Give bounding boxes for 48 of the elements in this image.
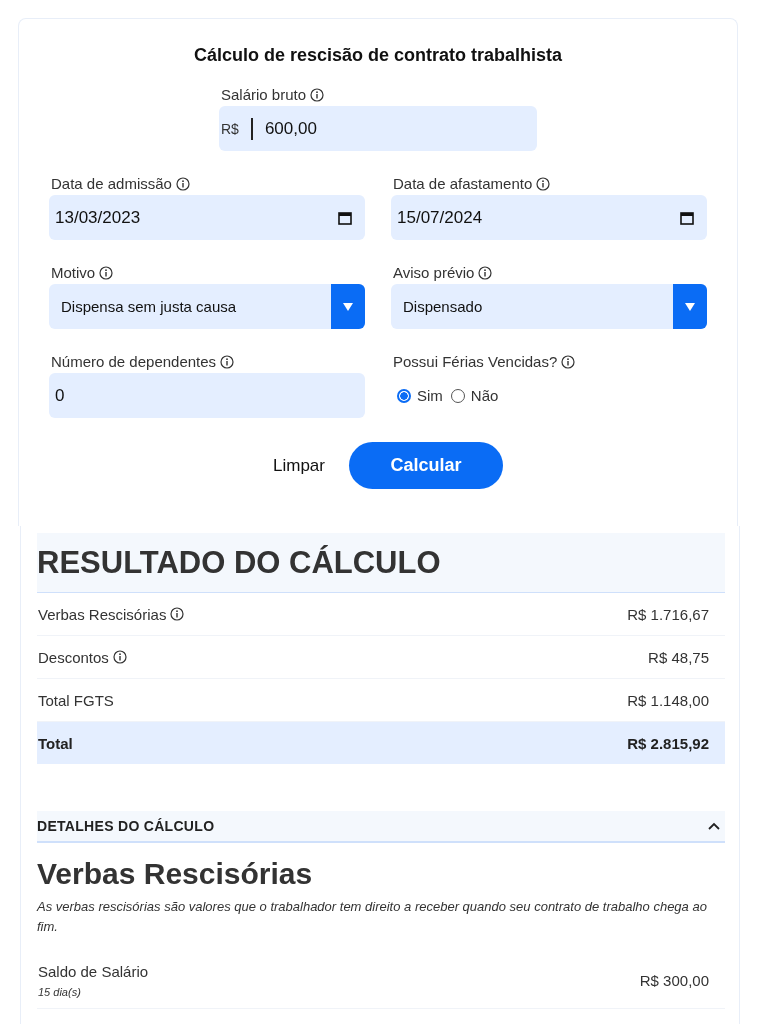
field-label: Data de admissão xyxy=(51,175,172,192)
section-title: Verbas Rescisórias xyxy=(37,857,314,891)
chevron-icon[interactable] xyxy=(707,821,721,831)
calendar-icon[interactable] xyxy=(679,209,695,226)
row-value: R$ 1.148,00 xyxy=(627,691,709,709)
date-field[interactable]: 13/03/2023 xyxy=(49,195,365,240)
info-icon[interactable] xyxy=(310,87,325,102)
details-header[interactable]: DETALHES DO CÁLCULO xyxy=(37,811,725,843)
info-icon[interactable] xyxy=(175,176,190,191)
number-field[interactable]: 0 xyxy=(49,373,365,418)
row-value: R$ 1.716,67 xyxy=(627,605,709,623)
info-icon[interactable] xyxy=(478,265,493,280)
field-label: Salário bruto xyxy=(221,86,307,103)
section-description: As verbas rescisórias são valores que o trabalhador tem direito a receber quando seu contrato de trabalho chega ao fim. xyxy=(37,898,708,936)
info-icon[interactable] xyxy=(112,650,127,664)
radio-button[interactable] xyxy=(397,388,411,403)
row-value: R$ 48,75 xyxy=(648,648,709,666)
result-title: RESULTADO DO CÁLCULO xyxy=(37,544,441,581)
form-title: Cálculo de rescisão de contrato trabalhista xyxy=(192,45,564,66)
info-icon[interactable] xyxy=(561,354,576,369)
info-icon[interactable] xyxy=(536,176,551,191)
row-label: Verbas Rescisórias xyxy=(38,605,167,623)
field-label: Motivo xyxy=(51,264,96,281)
row-label: Total xyxy=(38,734,73,752)
info-icon[interactable] xyxy=(99,265,114,280)
date-field[interactable]: 15/07/2024 xyxy=(391,195,707,240)
caret-icon xyxy=(684,301,696,312)
salary-field[interactable]: R$ 600,00 xyxy=(219,106,537,151)
row-label: Total FGTS xyxy=(38,691,114,709)
info-icon[interactable] xyxy=(220,354,235,369)
field-label: Possui Férias Vencidas? xyxy=(393,353,558,370)
radio-label[interactable]: Sim xyxy=(417,387,443,404)
clear-button[interactable]: Limpar xyxy=(273,449,325,482)
calendar-icon[interactable] xyxy=(337,209,353,226)
item-value: R$ 300,00 xyxy=(639,972,709,989)
item-label: Saldo de Salário xyxy=(38,963,149,980)
row-value: R$ 2.815,92 xyxy=(627,734,709,752)
select-field[interactable]: Dispensa sem justa causa xyxy=(49,284,365,329)
field-label: Data de afastamento xyxy=(393,175,533,192)
row-label: Descontos xyxy=(38,648,109,666)
item-note: 15 dia(s) xyxy=(38,986,82,998)
calculate-button[interactable]: Calcular xyxy=(349,442,503,489)
caret-icon xyxy=(342,301,354,312)
radio-label[interactable]: Não xyxy=(470,387,499,404)
field-label: Número de dependentes xyxy=(51,353,217,370)
select-field[interactable]: Dispensado xyxy=(391,284,707,329)
info-icon[interactable] xyxy=(170,607,185,621)
field-label: Aviso prévio xyxy=(393,264,475,281)
